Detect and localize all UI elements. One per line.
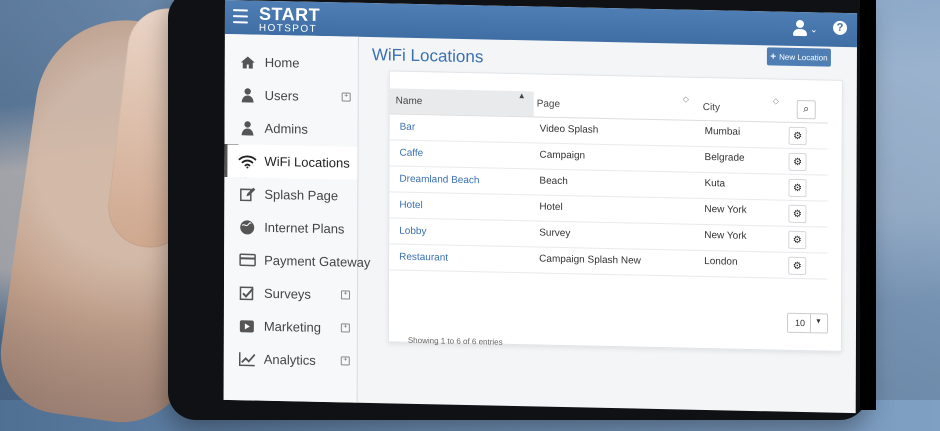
tablet-bezel [860,0,876,410]
chevron-down-icon: ⌄ [810,24,818,35]
search-icon[interactable]: ⌕ [796,99,816,120]
expand-icon[interactable]: + [340,290,351,300]
main-content: WiFi Locations + New Location Name ▲ Pag… [362,37,857,413]
gear-icon[interactable]: ⚙ [788,126,807,146]
hamburger-menu-icon[interactable] [232,9,248,24]
check-square-icon [238,284,256,302]
expand-icon[interactable]: + [341,92,351,102]
sidebar-item-splash-page[interactable]: Splash Page [224,177,357,213]
play-icon [238,317,256,335]
locations-card: Name ▲ Page ◇ City ◇ ⌕ Bar Video Splash … [387,70,843,352]
gear-icon[interactable]: ⚙ [788,204,807,224]
sidebar-item-label: Marketing [263,318,321,335]
brand-logo[interactable]: START HOTSPOT [258,3,321,35]
column-page[interactable]: Page [537,92,697,120]
sidebar-item-label: Surveys [263,285,311,302]
column-city[interactable]: City [703,95,793,122]
location-page: Campaign Splash New [539,253,641,267]
sort-icon: ◇ [772,96,779,106]
page-size-value: 10 [794,317,806,329]
locations-table: Name ▲ Page ◇ City ◇ ⌕ Bar Video Splash … [389,88,828,280]
location-page: Survey [539,227,571,240]
sidebar-item-surveys[interactable]: Surveys + [224,276,357,312]
user-menu[interactable]: ⌄ [792,19,822,40]
location-city: Mumbai [704,126,741,138]
brand-name-top: START [258,3,321,25]
sidebar-item-label: Internet Plans [264,219,345,237]
help-icon[interactable]: ? [833,20,848,36]
sidebar-item-label: Payment Gateway [264,252,371,271]
sidebar-item-label: Analytics [263,351,316,368]
location-city: Kuta [704,178,726,190]
location-name-link[interactable]: Dreamland Beach [399,174,479,187]
sidebar-item-users[interactable]: Users + [225,78,358,114]
plus-icon: + [770,50,777,63]
sidebar-item-label: Splash Page [264,186,339,204]
sidebar-item-label: Admins [264,120,308,137]
chevron-down-icon: ▼ [814,318,822,326]
location-city: London [704,255,738,268]
location-page: Campaign [539,149,586,162]
sidebar-item-label: Home [264,54,300,71]
new-location-button[interactable]: + New Location [766,47,831,67]
gear-icon[interactable]: ⚙ [788,256,807,276]
tablet-screen: START HOTSPOT ⌄ ? Home Users + Admins Wi… [223,0,858,414]
user-icon-body [792,28,808,37]
gear-icon[interactable]: ⚙ [788,230,807,250]
wifi-icon [238,152,257,170]
user-icon [239,119,257,137]
location-page: Hotel [539,201,563,214]
location-page: Beach [539,175,568,188]
expand-icon[interactable]: + [340,356,350,366]
gear-icon[interactable]: ⚙ [788,152,807,172]
location-name-link[interactable]: Hotel [399,200,422,211]
sidebar-item-marketing[interactable]: Marketing + [224,309,357,345]
sidebar-item-label: WiFi Locations [264,153,350,171]
edit-icon [238,185,256,203]
column-name[interactable]: Name [389,88,534,117]
sort-ascending-icon: ▲ [517,91,526,101]
gear-icon[interactable]: ⚙ [788,178,807,198]
page-title: WiFi Locations [371,45,484,67]
location-city: Belgrade [704,152,745,164]
location-name-link[interactable]: Restaurant [399,252,448,264]
location-name-link[interactable]: Bar [400,122,416,133]
sidebar: Home Users + Admins WiFi Locations Splas… [223,33,370,403]
sidebar-item-analytics[interactable]: Analytics + [224,342,357,378]
select-divider [809,314,812,333]
expand-icon[interactable]: + [340,323,350,333]
location-page: Video Splash [539,123,599,136]
sidebar-item-wifi-locations[interactable]: WiFi Locations [224,143,358,180]
sidebar-item-home[interactable]: Home [225,45,358,81]
location-city: New York [704,204,747,216]
sidebar-item-label: Users [264,87,299,104]
page-size-select[interactable]: 10 ▼ [786,312,829,334]
credit-card-icon [238,251,256,269]
brand-name-bottom: HOTSPOT [258,22,318,35]
sidebar-item-payment-gateway[interactable]: Payment Gateway [224,243,370,279]
new-location-label: New Location [779,52,828,63]
user-icon [239,86,257,104]
location-city: New York [704,230,747,242]
sort-icon: ◇ [682,94,689,104]
entries-summary: Showing 1 to 6 of 6 entries [407,335,503,347]
sidebar-item-internet-plans[interactable]: Internet Plans [224,210,357,246]
globe-icon [238,218,256,236]
user-icon-head [796,19,805,29]
location-name-link[interactable]: Lobby [399,226,426,238]
location-name-link[interactable]: Caffe [399,148,423,159]
home-icon [239,53,257,71]
sidebar-item-admins[interactable]: Admins [224,111,357,147]
chart-icon [238,350,256,368]
